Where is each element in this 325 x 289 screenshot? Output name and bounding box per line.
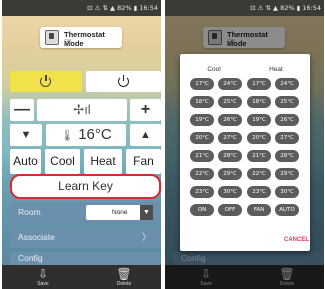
trash-icon: 🗑 bbox=[116, 267, 132, 281]
footer-key[interactable]: FAN bbox=[247, 204, 271, 216]
power-icon bbox=[40, 75, 52, 87]
cool-key[interactable]: 17°C bbox=[190, 78, 214, 90]
learn-key-button[interactable]: Learn Key bbox=[10, 174, 161, 199]
associate-row[interactable]: Associate 〉 bbox=[10, 227, 161, 248]
cancel-button[interactable]: CANCEL bbox=[284, 237, 309, 243]
cool-key[interactable]: 21°C bbox=[190, 150, 214, 162]
heat-key[interactable]: 21°C bbox=[247, 150, 271, 162]
cool-key[interactable]: 18°C bbox=[190, 96, 214, 108]
footer-key[interactable]: OFF bbox=[218, 204, 242, 216]
heat-key[interactable]: 19°C bbox=[247, 114, 271, 126]
thermometer-icon: 🌡 bbox=[60, 130, 75, 142]
status-bar: ⊡ ⚠ ⇅ ▲ 82% ▮ 16:54 bbox=[165, 0, 324, 16]
room-select[interactable]: None ▼ bbox=[86, 205, 153, 220]
chevron-right-icon: 〉 bbox=[141, 232, 151, 242]
delete-button[interactable]: 🗑 Delete bbox=[109, 267, 139, 287]
mode-auto-button[interactable]: Auto bbox=[10, 149, 41, 174]
cool-key[interactable]: 23°C bbox=[190, 186, 214, 198]
save-icon: ⇩ bbox=[37, 267, 49, 281]
heat-key[interactable]: 27°C bbox=[275, 132, 299, 144]
room-value: None bbox=[112, 209, 128, 216]
delete-label: Delete bbox=[116, 281, 132, 287]
mode-subtitle: Off bbox=[64, 39, 72, 45]
heat-key[interactable]: 18°C bbox=[247, 96, 271, 108]
heat-key[interactable]: 29°C bbox=[275, 168, 299, 180]
thermostat-mode-card[interactable]: Thermostat Mode Off bbox=[40, 27, 122, 48]
fan-speed-icon: ✢ıl bbox=[73, 102, 91, 117]
cool-key[interactable]: 20°C bbox=[190, 132, 214, 144]
heat-key[interactable]: 24°C bbox=[275, 78, 299, 90]
plus-button[interactable]: + bbox=[130, 99, 161, 121]
temperature-display: 🌡 16°C bbox=[46, 124, 126, 146]
heat-key[interactable]: 25°C bbox=[275, 96, 299, 108]
dropdown-arrow-icon: ▼ bbox=[140, 205, 153, 220]
mode-fan-button[interactable]: Fan bbox=[126, 149, 161, 174]
mode-title: Thermostat Mode bbox=[64, 30, 105, 48]
status-bar: ⊡ ⚠ ⇅ ▲ 82% ▮ 16:54 bbox=[2, 0, 161, 16]
cool-key[interactable]: 29°C bbox=[218, 168, 242, 180]
mode-heat-button[interactable]: Heat bbox=[84, 149, 122, 174]
heat-key[interactable]: 26°C bbox=[275, 114, 299, 126]
footer-key[interactable]: ON bbox=[190, 204, 214, 216]
thermostat-icon bbox=[45, 30, 59, 45]
heat-key[interactable]: 20°C bbox=[247, 132, 271, 144]
power-icon bbox=[117, 75, 130, 87]
config-label: Config bbox=[18, 253, 43, 263]
associate-label: Associate bbox=[18, 232, 55, 242]
config-row[interactable]: Config bbox=[10, 252, 161, 265]
cool-key[interactable]: 26°C bbox=[218, 114, 242, 126]
save-label: Save bbox=[37, 281, 49, 287]
cool-key[interactable]: 24°C bbox=[218, 78, 242, 90]
cool-column-header: Cool bbox=[207, 66, 221, 73]
save-button[interactable]: ⇩ Save bbox=[28, 267, 58, 287]
fan-speed-display: ✢ıl bbox=[37, 99, 127, 121]
cool-key[interactable]: 19°C bbox=[190, 114, 214, 126]
learn-key-dialog-screen: ⊡ ⚠ ⇅ ▲ 82% ▮ 16:54 Thermostat Mode Off … bbox=[165, 0, 324, 289]
heat-key[interactable]: 17°C bbox=[247, 78, 271, 90]
cool-key[interactable]: 27°C bbox=[218, 132, 242, 144]
heat-key[interactable]: 30°C bbox=[275, 186, 299, 198]
heat-column-header: Heat bbox=[269, 66, 283, 73]
mode-cool-button[interactable]: Cool bbox=[45, 149, 80, 174]
cool-key[interactable]: 22°C bbox=[190, 168, 214, 180]
bottom-bar: ⇩ Save 🗑 Delete bbox=[2, 265, 161, 289]
heat-key[interactable]: 28°C bbox=[275, 150, 299, 162]
remote-background: Thermostat Mode Off — ✢ıl + ▼ 🌡 16°C ▲ Au… bbox=[2, 16, 161, 265]
temp-down-button[interactable]: ▼ bbox=[10, 124, 42, 146]
cool-key[interactable]: 28°C bbox=[218, 150, 242, 162]
temperature-value: 16°C bbox=[78, 126, 112, 143]
cool-key[interactable]: 30°C bbox=[218, 186, 242, 198]
heat-key[interactable]: 22°C bbox=[247, 168, 271, 180]
heat-key[interactable]: 23°C bbox=[247, 186, 271, 198]
room-label: Room bbox=[18, 207, 41, 217]
learn-key-dialog: Cool Heat 17°C 18°C 19°C 20°C 21°C 22°C 23°C 24… bbox=[180, 54, 310, 251]
footer-key[interactable]: AUTO bbox=[275, 204, 299, 216]
power-off-button[interactable] bbox=[86, 71, 161, 92]
minus-button[interactable]: — bbox=[10, 99, 34, 121]
temp-up-button[interactable]: ▲ bbox=[130, 124, 161, 146]
remote-screen: ⊡ ⚠ ⇅ ▲ 82% ▮ 16:54 Thermostat Mode Off … bbox=[2, 0, 161, 289]
cool-key[interactable]: 25°C bbox=[218, 96, 242, 108]
power-on-button[interactable] bbox=[10, 71, 82, 92]
room-row[interactable]: Room None ▼ bbox=[10, 202, 161, 223]
